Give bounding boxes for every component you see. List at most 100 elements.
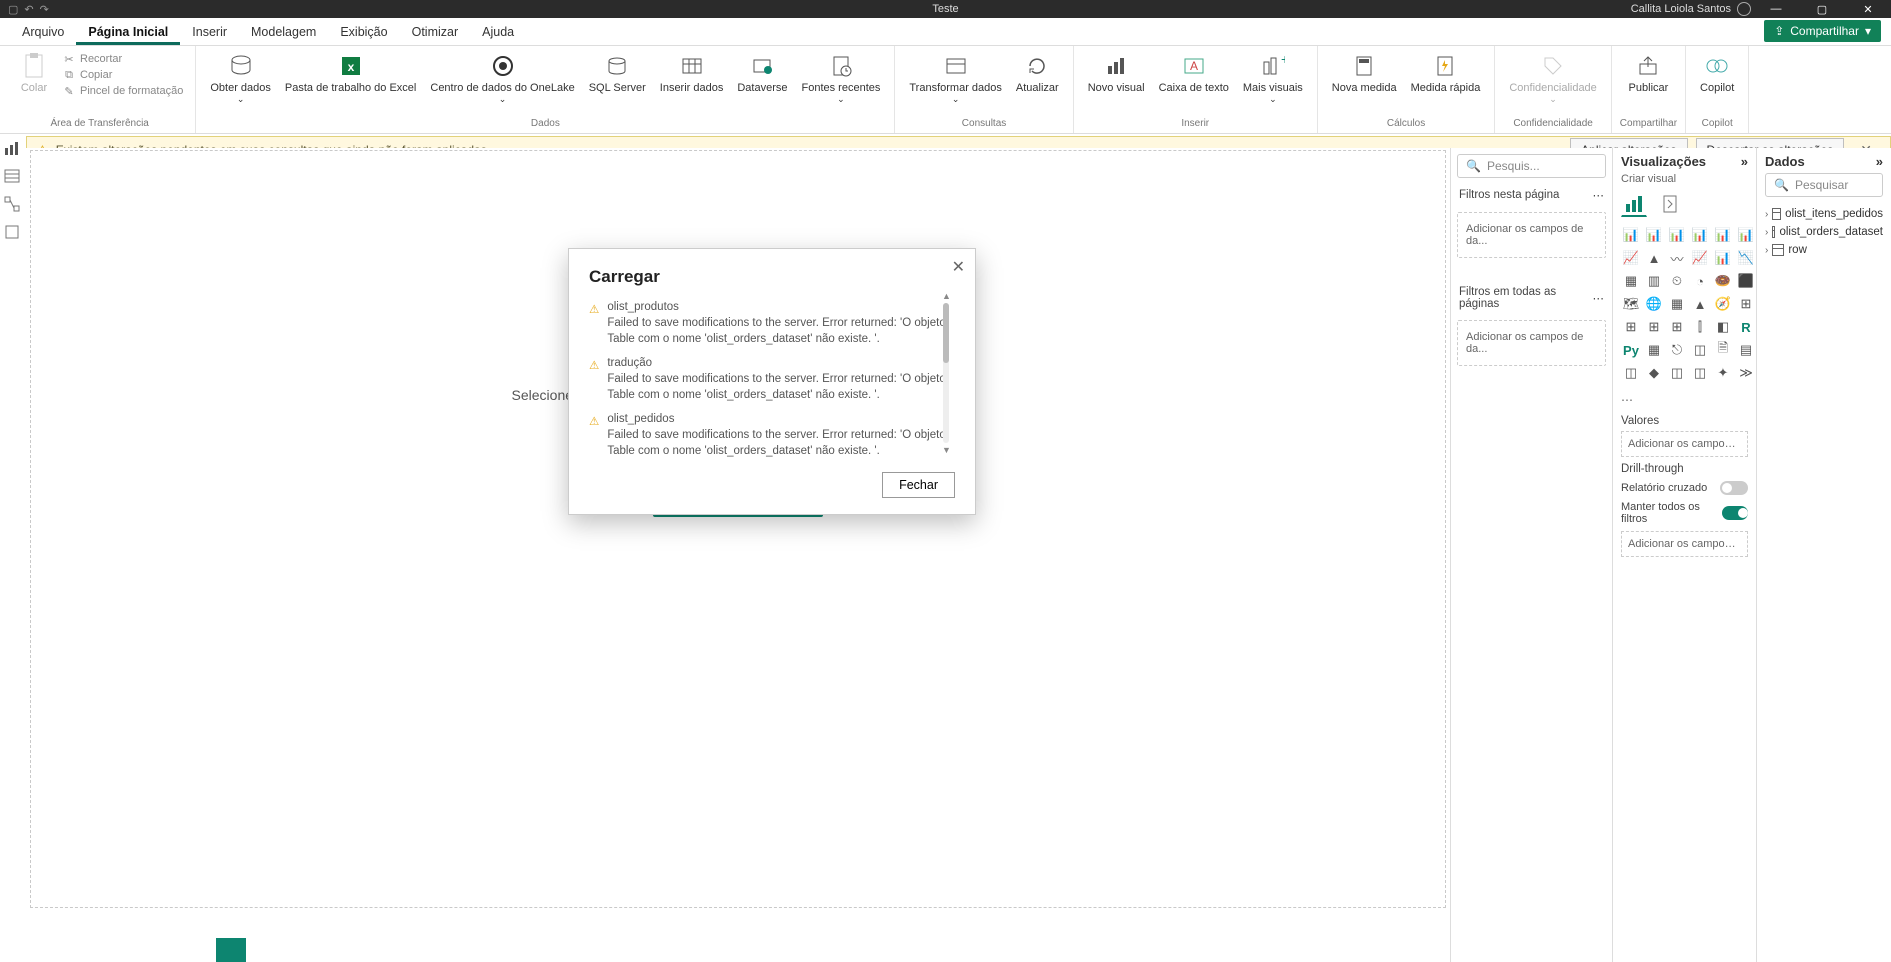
dialog-close-primary-button[interactable]: Fechar bbox=[882, 472, 955, 498]
page-tab-active[interactable] bbox=[216, 938, 246, 962]
more-icon[interactable]: ⋯ bbox=[1593, 291, 1605, 305]
viz-type-15[interactable]: ◔ bbox=[1690, 271, 1710, 291]
tab-home[interactable]: Página Inicial bbox=[76, 19, 180, 45]
text-box-button[interactable]: ACaixa de texto bbox=[1153, 50, 1235, 96]
viz-type-3[interactable]: 📊 bbox=[1690, 225, 1710, 245]
filters-search[interactable]: 🔍 Pesquis... bbox=[1457, 154, 1606, 178]
build-visual-tab[interactable] bbox=[1621, 191, 1647, 217]
viz-type-0[interactable]: 📊 bbox=[1621, 225, 1641, 245]
more-viz-icon[interactable]: ⋯ bbox=[1621, 393, 1748, 407]
viz-type-19[interactable]: 🌐 bbox=[1644, 294, 1664, 314]
viz-type-1[interactable]: 📊 bbox=[1644, 225, 1664, 245]
viz-type-14[interactable]: ⏲ bbox=[1667, 271, 1687, 291]
viz-type-11[interactable]: 📉 bbox=[1736, 248, 1756, 268]
viz-type-7[interactable]: ▲ bbox=[1644, 248, 1664, 268]
share-button[interactable]: ⇪ Compartilhar ▾ bbox=[1764, 20, 1881, 42]
viz-type-33[interactable]: ◫ bbox=[1690, 340, 1710, 360]
tab-file[interactable]: Arquivo bbox=[10, 19, 76, 45]
viz-type-5[interactable]: 📊 bbox=[1736, 225, 1756, 245]
viz-type-10[interactable]: 📊 bbox=[1713, 248, 1733, 268]
maximize-button[interactable]: ▢ bbox=[1799, 0, 1845, 18]
viz-type-2[interactable]: 📊 bbox=[1667, 225, 1687, 245]
scroll-down-icon[interactable]: ▼ bbox=[942, 445, 951, 455]
copy-button[interactable]: ⧉Copiar bbox=[62, 68, 183, 82]
viz-type-18[interactable]: 🗺 bbox=[1621, 294, 1641, 314]
viz-type-36[interactable]: ◫ bbox=[1621, 363, 1641, 383]
save-icon[interactable]: ▢ bbox=[8, 3, 18, 16]
viz-type-6[interactable]: 📈 bbox=[1621, 248, 1641, 268]
table-olist_orders_dataset[interactable]: ›olist_orders_dataset bbox=[1765, 223, 1883, 241]
scroll-up-icon[interactable]: ▲ bbox=[942, 291, 951, 301]
viz-type-35[interactable]: ▤ bbox=[1736, 340, 1756, 360]
dataverse-button[interactable]: Dataverse bbox=[731, 50, 793, 96]
viz-type-13[interactable]: ▥ bbox=[1644, 271, 1664, 291]
table-row[interactable]: ›row bbox=[1765, 241, 1883, 259]
publish-button[interactable]: Publicar bbox=[1623, 50, 1675, 96]
data-search[interactable]: 🔍 Pesquisar bbox=[1765, 173, 1883, 197]
close-button[interactable]: ✕ bbox=[1845, 0, 1891, 18]
scroll-thumb[interactable] bbox=[943, 303, 949, 363]
excel-button[interactable]: xPasta de trabalho do Excel bbox=[279, 50, 422, 96]
quick-measure-button[interactable]: Medida rápida bbox=[1405, 50, 1487, 96]
dax-view-button[interactable] bbox=[4, 224, 22, 242]
cut-button[interactable]: ✂Recortar bbox=[62, 52, 183, 66]
viz-type-21[interactable]: ▲ bbox=[1690, 294, 1710, 314]
get-data-button[interactable]: Obter dados⌄ bbox=[204, 50, 277, 107]
table-view-button[interactable] bbox=[4, 168, 22, 186]
paste-button[interactable]: Colar bbox=[12, 50, 56, 96]
viz-type-4[interactable]: 📊 bbox=[1713, 225, 1733, 245]
viz-type-38[interactable]: ◫ bbox=[1667, 363, 1687, 383]
tab-view[interactable]: Exibição bbox=[328, 19, 399, 45]
viz-type-26[interactable]: ⊞ bbox=[1667, 317, 1687, 337]
redo-icon[interactable]: ↷ bbox=[40, 3, 49, 16]
onelake-button[interactable]: Centro de dados do OneLake⌄ bbox=[424, 50, 580, 107]
expand-icon[interactable]: » bbox=[1741, 154, 1748, 169]
enter-data-button[interactable]: Inserir dados bbox=[654, 50, 730, 96]
table-olist_itens_pedidos[interactable]: ›olist_itens_pedidos bbox=[1765, 205, 1883, 223]
transform-button[interactable]: Transformar dados⌄ bbox=[903, 50, 1008, 107]
sql-button[interactable]: SQL Server bbox=[583, 50, 652, 96]
viz-type-30[interactable]: Py bbox=[1621, 340, 1641, 360]
refresh-button[interactable]: Atualizar bbox=[1010, 50, 1065, 96]
viz-type-37[interactable]: ◆ bbox=[1644, 363, 1664, 383]
viz-type-29[interactable]: R bbox=[1736, 317, 1756, 337]
viz-type-24[interactable]: ⊞ bbox=[1621, 317, 1641, 337]
copilot-button[interactable]: Copilot bbox=[1694, 50, 1740, 96]
viz-type-22[interactable]: 🧭 bbox=[1713, 294, 1733, 314]
viz-type-27[interactable]: ⫿ bbox=[1690, 317, 1710, 337]
user-account[interactable]: Callita Loiola Santos bbox=[1631, 2, 1751, 16]
viz-type-32[interactable]: ⎋ bbox=[1667, 340, 1687, 360]
values-drop[interactable]: Adicionar os campos de da... bbox=[1621, 431, 1748, 457]
viz-type-39[interactable]: ◫ bbox=[1690, 363, 1710, 383]
more-icon[interactable]: ⋯ bbox=[1593, 188, 1605, 202]
cross-report-toggle[interactable] bbox=[1720, 481, 1748, 495]
new-measure-button[interactable]: Nova medida bbox=[1326, 50, 1403, 96]
viz-type-23[interactable]: ⊞ bbox=[1736, 294, 1756, 314]
undo-icon[interactable]: ↶ bbox=[24, 3, 33, 16]
viz-type-9[interactable]: 📈 bbox=[1690, 248, 1710, 268]
viz-type-20[interactable]: ▦ bbox=[1667, 294, 1687, 314]
viz-type-34[interactable]: 🗎 bbox=[1713, 340, 1733, 360]
more-visuals-button[interactable]: +Mais visuais⌄ bbox=[1237, 50, 1309, 107]
viz-type-25[interactable]: ⊞ bbox=[1644, 317, 1664, 337]
tab-insert[interactable]: Inserir bbox=[180, 19, 239, 45]
viz-type-31[interactable]: ▦ bbox=[1644, 340, 1664, 360]
dialog-scrollbar[interactable]: ▲ ▼ bbox=[943, 303, 949, 443]
report-view-button[interactable] bbox=[4, 140, 22, 158]
tab-optimize[interactable]: Otimizar bbox=[400, 19, 471, 45]
viz-type-12[interactable]: ▦ bbox=[1621, 271, 1641, 291]
viz-type-16[interactable]: 🍩 bbox=[1713, 271, 1733, 291]
new-visual-button[interactable]: Novo visual bbox=[1082, 50, 1151, 96]
recent-sources-button[interactable]: Fontes recentes⌄ bbox=[796, 50, 887, 107]
viz-type-8[interactable]: 〰 bbox=[1667, 248, 1687, 268]
tab-modeling[interactable]: Modelagem bbox=[239, 19, 328, 45]
tab-help[interactable]: Ajuda bbox=[470, 19, 526, 45]
dialog-close-button[interactable]: ✕ bbox=[952, 257, 965, 277]
expand-icon[interactable]: » bbox=[1876, 154, 1883, 169]
keep-filters-toggle[interactable] bbox=[1722, 506, 1748, 520]
model-view-button[interactable] bbox=[4, 196, 22, 214]
filters-page-drop[interactable]: Adicionar os campos de da... bbox=[1457, 212, 1606, 258]
filters-all-drop[interactable]: Adicionar os campos de da... bbox=[1457, 320, 1606, 366]
format-painter-button[interactable]: ✎Pincel de formatação bbox=[62, 84, 183, 98]
sensitivity-button[interactable]: Confidencialidade⌄ bbox=[1503, 50, 1602, 107]
